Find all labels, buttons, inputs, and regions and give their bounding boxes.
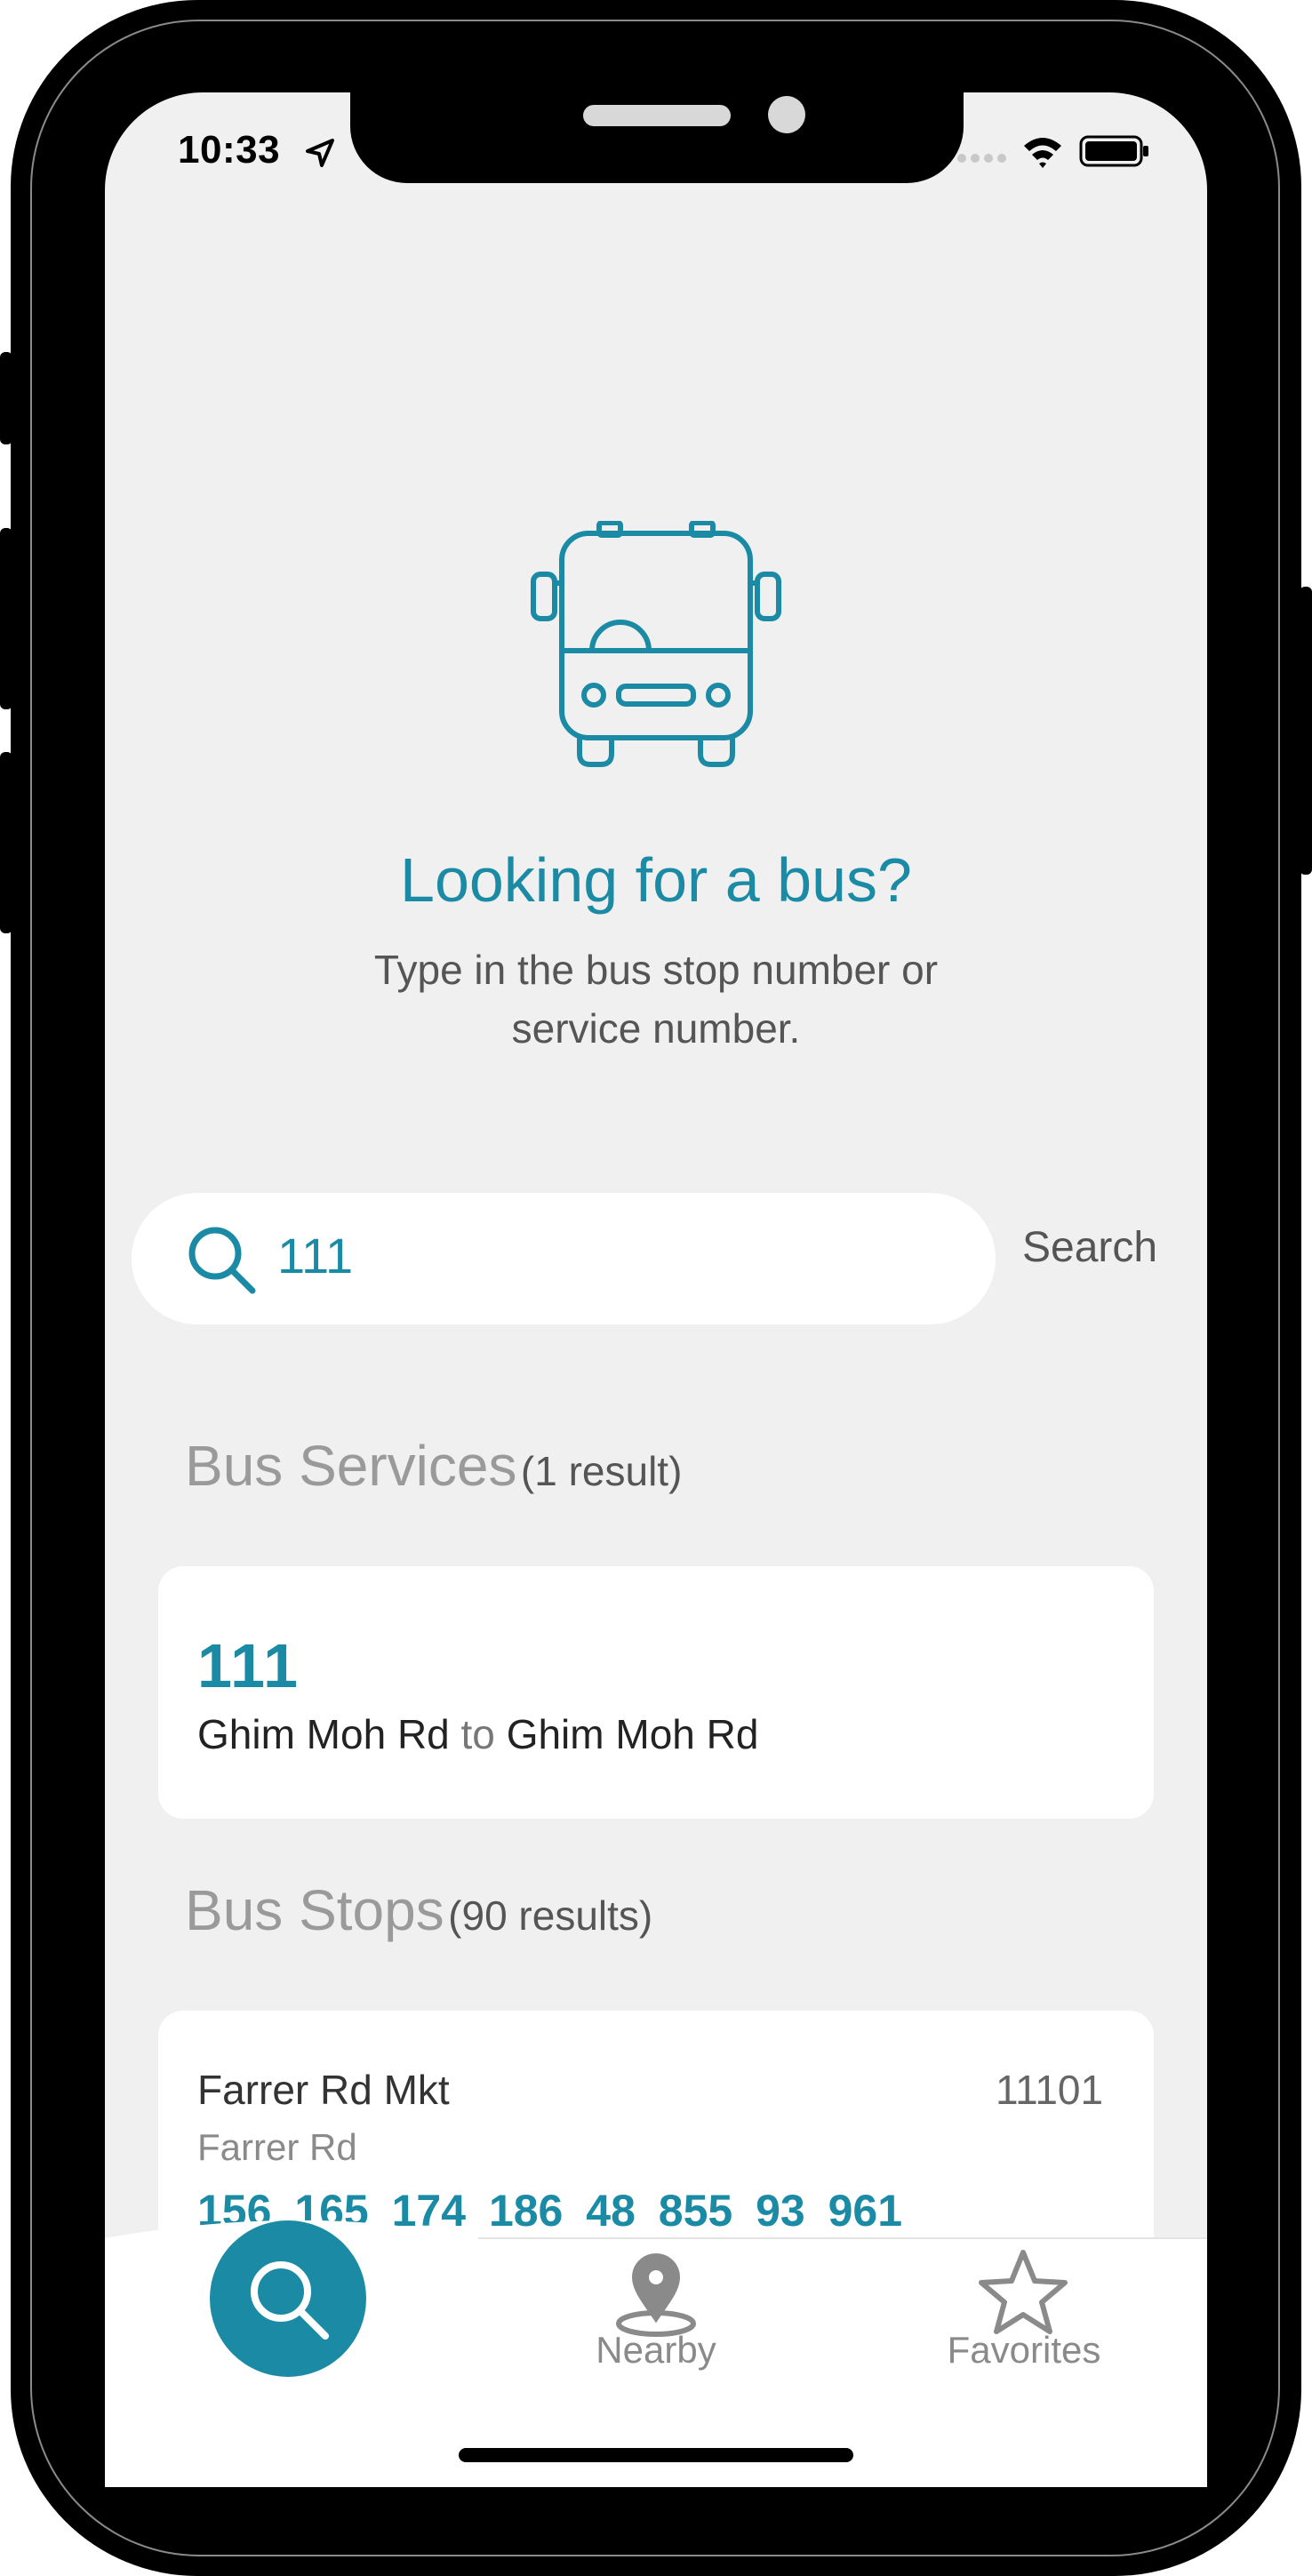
tab-label: Nearby bbox=[596, 2329, 716, 2371]
cellular-signal-icon bbox=[957, 154, 1006, 163]
wifi-icon bbox=[1024, 138, 1061, 168]
service-number: 111 bbox=[197, 1631, 300, 1700]
bus-icon bbox=[531, 521, 781, 767]
hero-subtitle: Type in the bus stop number or service n… bbox=[105, 940, 1207, 1058]
search-query[interactable]: 111 bbox=[277, 1227, 353, 1284]
power-button bbox=[1300, 587, 1312, 875]
route-origin: Ghim Moh Rd bbox=[197, 1711, 450, 1757]
result-count: (1 result) bbox=[520, 1448, 683, 1494]
service-route: Ghim Moh Rd to Ghim Moh Rd bbox=[197, 1710, 758, 1758]
search-button[interactable]: Search bbox=[1022, 1223, 1157, 1272]
mute-switch bbox=[0, 352, 12, 444]
hero-title: Looking for a bus? bbox=[400, 845, 912, 915]
hero-subtitle-line-2: service number. bbox=[511, 1005, 801, 1052]
home-indicator[interactable] bbox=[459, 2448, 853, 2462]
volume-up-button bbox=[0, 528, 12, 709]
route-to-word: to bbox=[460, 1711, 495, 1757]
section-title: Bus Stops bbox=[185, 1878, 444, 1942]
bus-stops-header: Bus Stops (90 results) bbox=[185, 1877, 652, 1943]
search-input[interactable] bbox=[132, 1193, 996, 1324]
hero-subtitle-line-1: Type in the bus stop number or bbox=[373, 947, 939, 993]
section-title: Bus Services bbox=[185, 1434, 517, 1498]
result-count: (90 results) bbox=[448, 1892, 653, 1939]
stop-name: Farrer Rd Mkt bbox=[197, 2067, 450, 2113]
star-icon bbox=[979, 2250, 1068, 2334]
stop-road: Farrer Rd bbox=[197, 2126, 357, 2168]
speaker-grille bbox=[583, 105, 731, 126]
volume-down-button bbox=[0, 752, 12, 933]
bus-services-header: Bus Services (1 result) bbox=[185, 1433, 682, 1499]
battery-icon bbox=[1079, 135, 1148, 167]
search-icon bbox=[251, 2261, 329, 2340]
location-pin-icon bbox=[616, 2253, 696, 2337]
search-icon bbox=[188, 1227, 256, 1294]
stop-code: 11101 bbox=[996, 2067, 1104, 2113]
location-arrow-icon bbox=[306, 139, 334, 167]
route-destination: Ghim Moh Rd bbox=[506, 1711, 759, 1757]
tab-label: Favorites bbox=[947, 2329, 1101, 2371]
status-time: 10:33 bbox=[178, 128, 281, 172]
bus-service-card[interactable] bbox=[158, 1566, 1154, 1819]
front-camera bbox=[768, 96, 805, 133]
